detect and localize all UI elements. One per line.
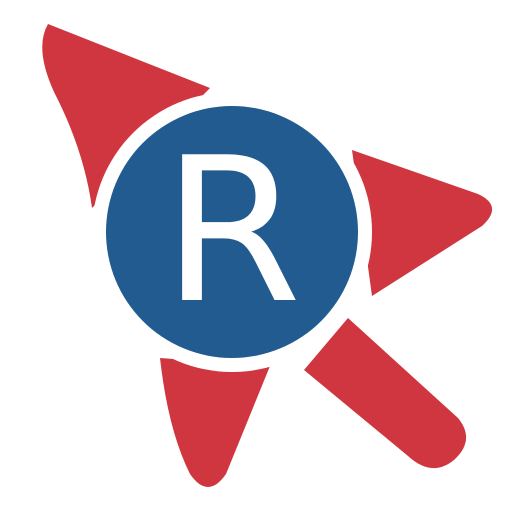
cursor-arrow-logo: R xyxy=(42,24,493,487)
logo-canvas: R xyxy=(0,0,512,512)
arrow-right-wing xyxy=(352,150,493,296)
arrow-tail xyxy=(304,318,467,469)
logo-letter: R xyxy=(163,115,302,348)
arrow-lower-left-wing xyxy=(160,358,270,487)
